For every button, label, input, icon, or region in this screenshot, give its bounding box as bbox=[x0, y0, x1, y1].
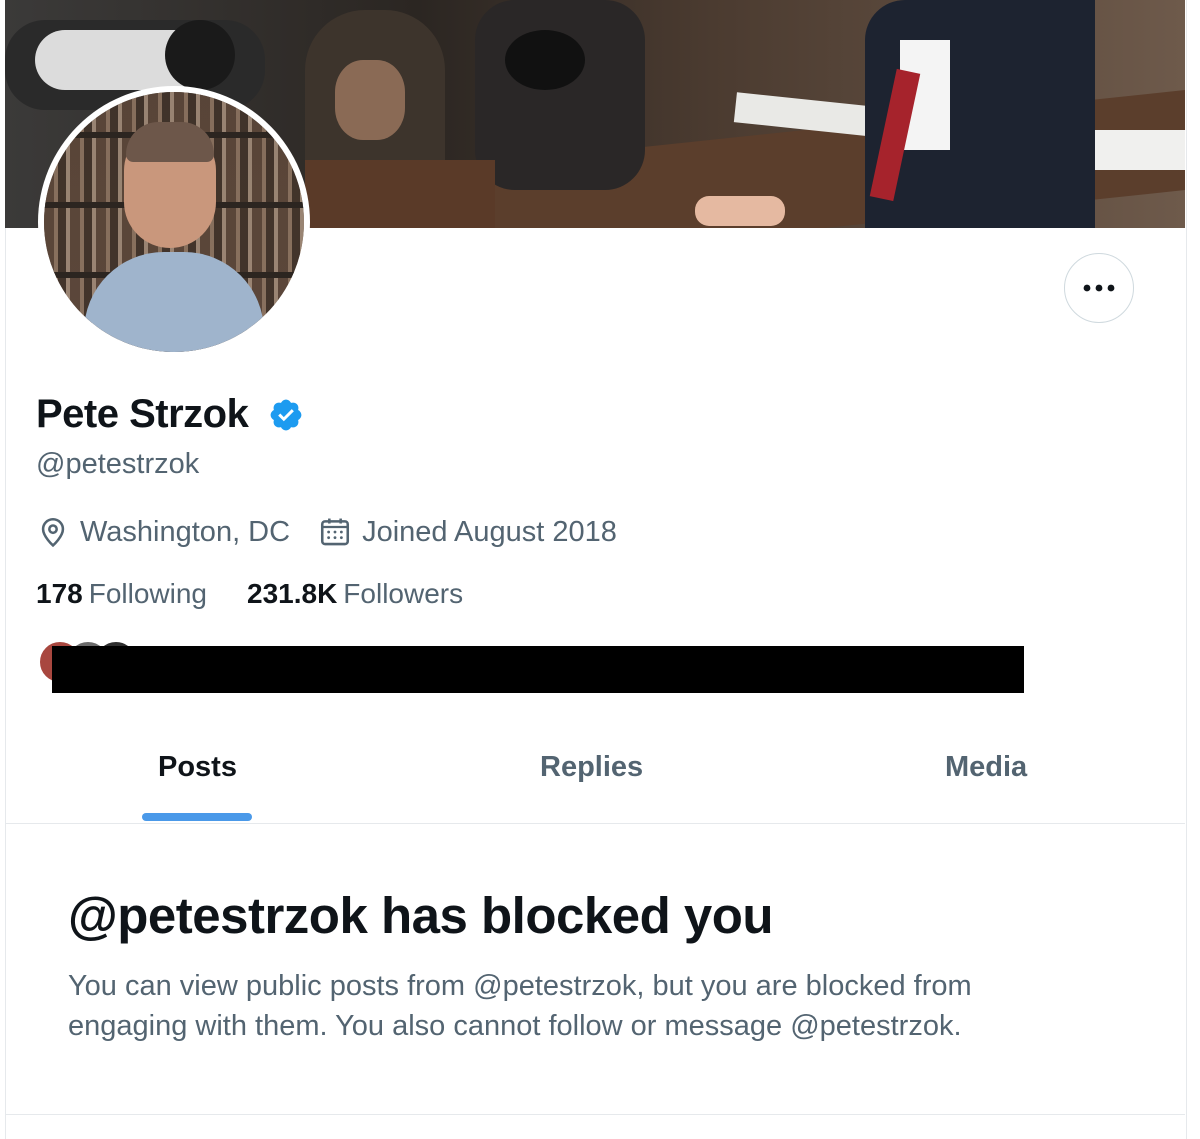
location-pin-icon bbox=[41, 517, 65, 548]
calendar-icon bbox=[321, 518, 350, 546]
blocked-notice-title: @petestrzok has blocked you bbox=[68, 887, 774, 944]
redaction-bar bbox=[52, 646, 1024, 693]
avatar-photo bbox=[44, 92, 304, 352]
more-options-button[interactable] bbox=[1064, 253, 1134, 323]
tab-media[interactable]: Media bbox=[945, 751, 1027, 784]
following-label: Following bbox=[88, 578, 207, 609]
blocked-notice-message: You can view public posts from @petestrz… bbox=[68, 970, 972, 1042]
following-count: 178 bbox=[36, 578, 83, 609]
profile-tabs: Posts Replies Media bbox=[5, 735, 1185, 824]
followers-label: Followers bbox=[343, 578, 464, 609]
tab-posts[interactable]: Posts bbox=[158, 751, 237, 784]
following-link[interactable]: 178 Following bbox=[36, 578, 207, 610]
followers-count: 231.8K bbox=[247, 578, 338, 609]
profile-joined-date: Joined August 2018 bbox=[362, 515, 617, 548]
verified-badge-icon[interactable] bbox=[268, 397, 304, 433]
profile-meta: Washington, DC Joined August 2018 bbox=[36, 512, 617, 552]
tab-replies[interactable]: Replies bbox=[540, 751, 643, 784]
profile-stats: 178 Following 231.8K Followers bbox=[36, 578, 503, 610]
active-tab-indicator bbox=[142, 813, 252, 821]
profile-display-name: Pete Strzok bbox=[36, 392, 249, 436]
profile-avatar[interactable] bbox=[38, 86, 310, 358]
more-horizontal-icon bbox=[1083, 284, 1115, 292]
divider bbox=[5, 1114, 1185, 1115]
followers-link[interactable]: 231.8K Followers bbox=[247, 578, 463, 610]
profile-location: Washington, DC bbox=[80, 515, 291, 548]
profile-handle: @petestrzok bbox=[36, 448, 200, 480]
